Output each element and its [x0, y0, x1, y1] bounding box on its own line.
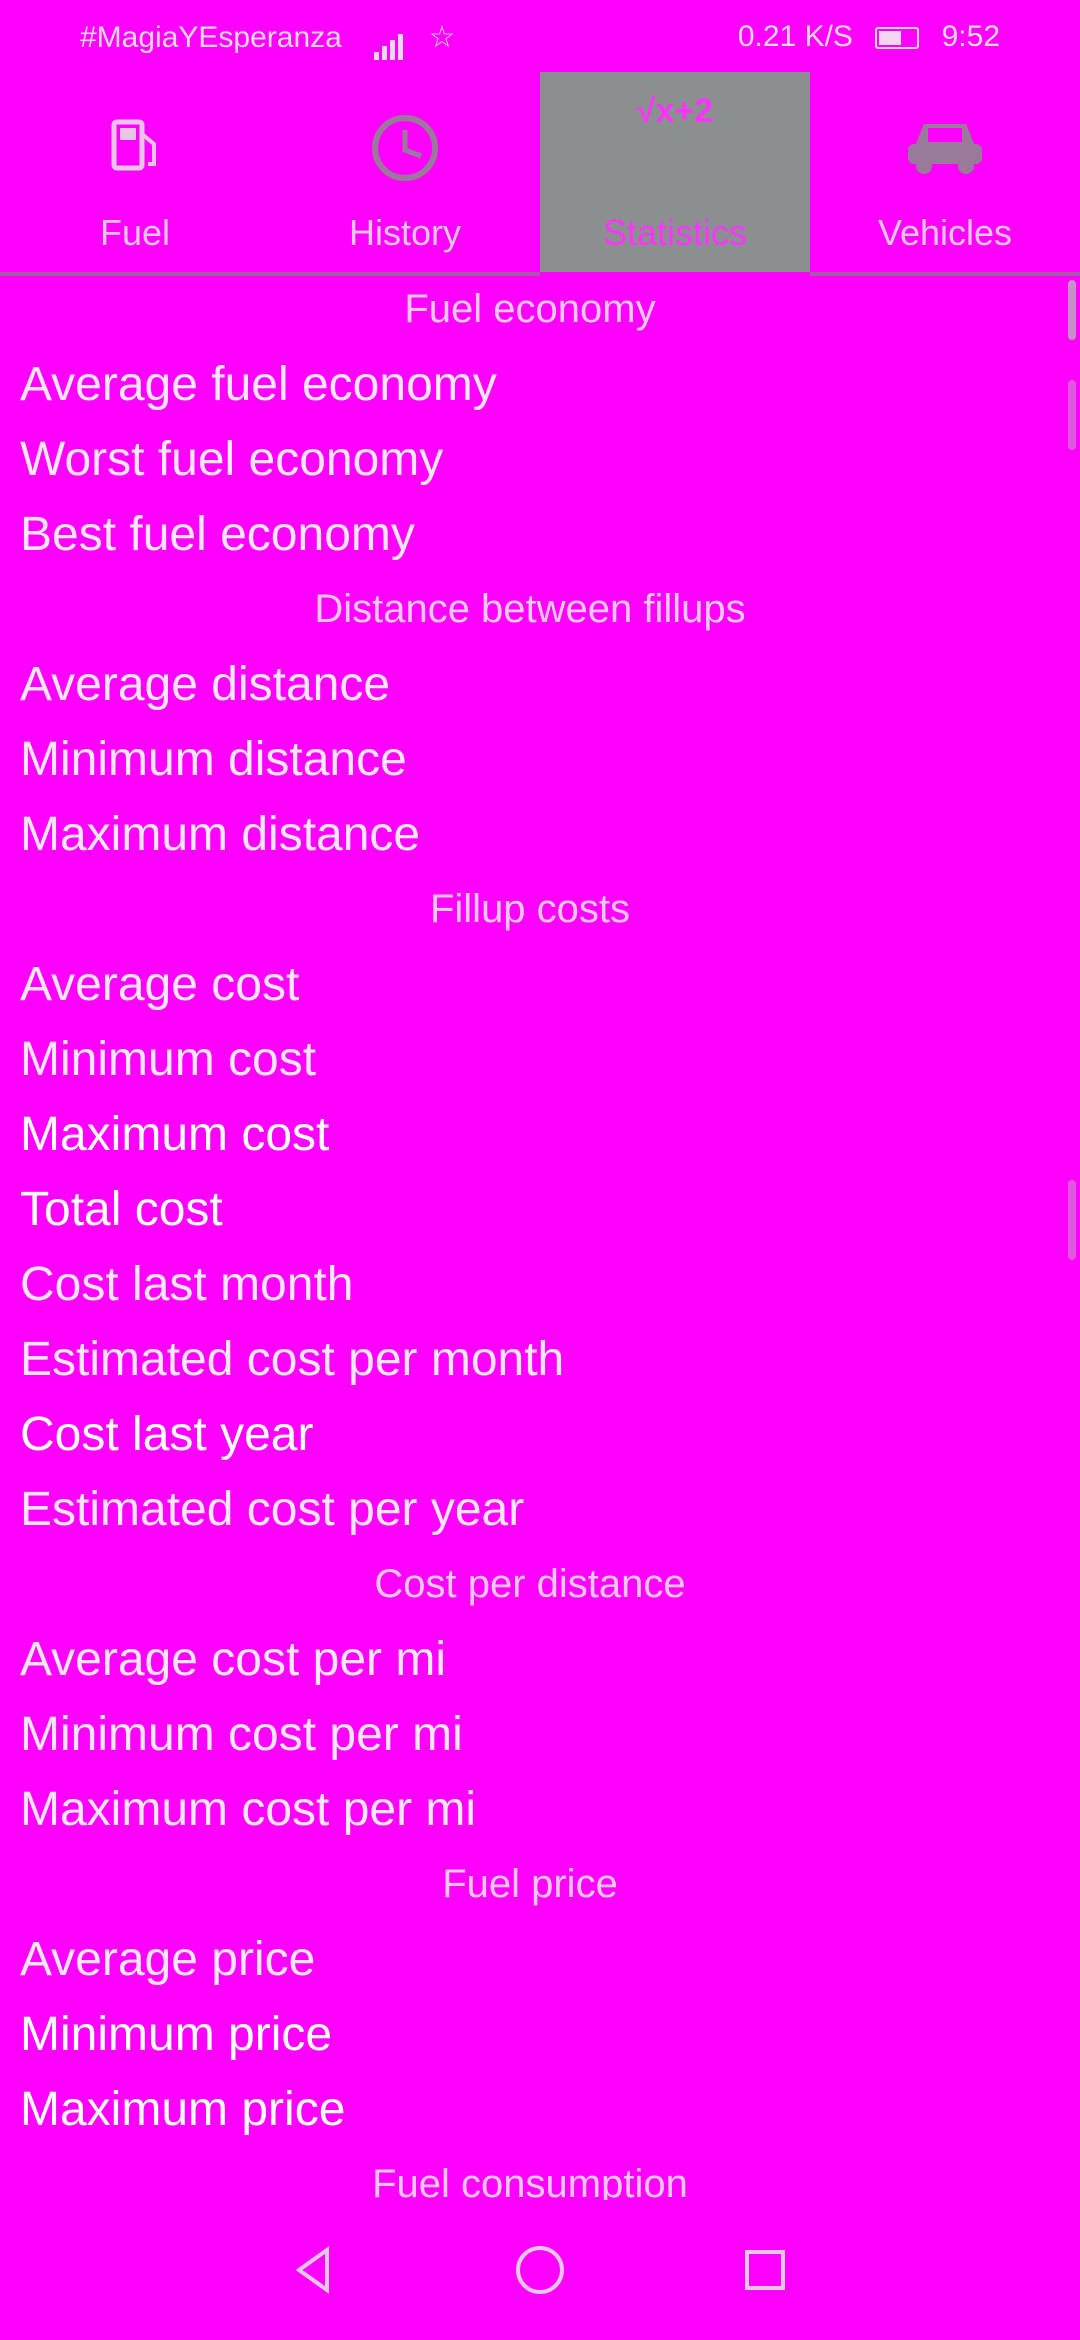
tab-label: Fuel — [99, 212, 171, 253]
statistic-row[interactable]: Total cost — [0, 1172, 1060, 1247]
statistic-row[interactable]: Minimum distance — [0, 722, 1060, 797]
recents-icon[interactable] — [735, 2240, 795, 2300]
navigation-bar — [0, 2200, 1080, 2340]
statistic-row[interactable]: Maximum price — [0, 2072, 1060, 2147]
statistic-row[interactable]: Average price — [0, 1922, 1060, 1997]
status-left: #MagiaYEsperanza ☆ — [80, 20, 456, 61]
fuel-pump-icon — [100, 108, 170, 183]
signal-icon — [374, 26, 410, 61]
statistic-row[interactable]: Average cost — [0, 947, 1060, 1022]
tab-label: Vehicles — [877, 212, 1013, 253]
carrier-text: #MagiaYEsperanza — [80, 21, 342, 54]
statistic-row[interactable]: Estimated cost per year — [0, 1472, 1060, 1547]
home-icon[interactable] — [510, 2240, 570, 2300]
statistic-row[interactable]: Best fuel economy — [0, 497, 1060, 572]
section-header: Fuel price — [442, 1862, 618, 1906]
clock-time: 9:52 — [941, 20, 1000, 53]
statistic-row[interactable]: Worst fuel economy — [0, 422, 1060, 497]
tab-label: Statistics — [602, 212, 748, 253]
tab-bar: Fuel History √x+2 Statistics Vehicles — [0, 72, 1080, 276]
formula-icon: √x+2 — [636, 92, 714, 130]
back-icon[interactable] — [285, 2240, 345, 2300]
tab-label: History — [348, 212, 461, 253]
section-header: Cost per distance — [374, 1562, 686, 1606]
scrollbar[interactable] — [1068, 280, 1076, 2200]
scroll-marker — [1068, 380, 1076, 450]
statistic-row[interactable]: Cost last month — [0, 1247, 1060, 1322]
statistic-row[interactable]: Minimum cost — [0, 1022, 1060, 1097]
statistic-row[interactable]: Average cost per mi — [0, 1622, 1060, 1697]
clock-icon — [365, 108, 445, 193]
status-bar: #MagiaYEsperanza ☆ 0.21 K/S 9:52 — [0, 0, 1080, 72]
tab-vehicles[interactable]: Vehicles — [810, 72, 1080, 272]
section-header: Distance between fillups — [314, 587, 746, 631]
network-speed: 0.21 K/S — [737, 20, 853, 53]
status-right: 0.21 K/S 9:52 — [738, 20, 1000, 54]
statistic-row[interactable]: Estimated cost per month — [0, 1322, 1060, 1397]
statistic-row[interactable]: Cost last year — [0, 1397, 1060, 1472]
section-header: Fillup costs — [429, 887, 631, 931]
statistic-row[interactable]: Minimum cost per mi — [0, 1697, 1060, 1772]
statistic-row[interactable]: Maximum cost — [0, 1097, 1060, 1172]
scrollbar-thumb[interactable] — [1068, 280, 1076, 340]
section-header: Fuel economy — [404, 287, 656, 331]
tab-fuel[interactable]: Fuel — [0, 72, 270, 272]
statistic-row[interactable]: Minimum price — [0, 1997, 1060, 2072]
battery-icon — [875, 27, 920, 50]
statistic-row[interactable]: Maximum cost per mi — [0, 1772, 1060, 1847]
tab-history[interactable]: History — [270, 72, 540, 272]
star-icon: ☆ — [428, 21, 456, 54]
statistic-row[interactable]: Maximum distance — [0, 797, 1060, 872]
statistic-row[interactable]: Average distance — [0, 647, 1060, 722]
tab-statistics[interactable]: √x+2 Statistics — [540, 72, 810, 276]
car-icon — [900, 108, 990, 183]
statistic-row[interactable]: Average fuel economy — [0, 347, 1060, 422]
statistics-list[interactable]: Fuel economy Average fuel economy Worst fu… — [0, 272, 1060, 2200]
section-header: Fuel consumption — [372, 2162, 688, 2200]
scroll-marker — [1068, 1180, 1076, 1260]
